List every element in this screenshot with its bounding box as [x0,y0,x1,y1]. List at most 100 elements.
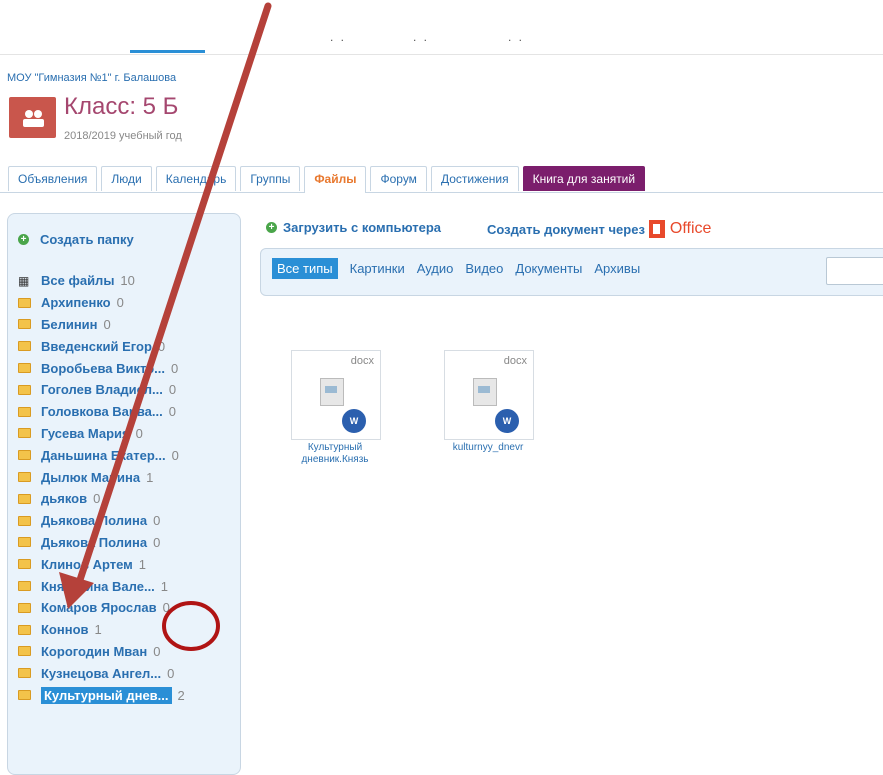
active-nav-indicator [130,50,205,53]
folder-count: 1 [94,622,102,638]
file-card[interactable]: docx W [291,350,381,440]
file-name[interactable]: Культурный дневник.Князь [280,442,390,466]
folder-count: 0 [116,295,124,311]
folder-count: 1 [138,556,147,572]
folder-count: 1 [160,578,169,594]
folder-count: 0 [168,404,176,420]
office-label: Office [669,220,712,237]
filter-audio[interactable]: Аудио [417,261,454,276]
folder-icon [18,472,31,483]
filter-archives[interactable]: Архивы [594,261,640,276]
tab-files[interactable]: Файлы [304,166,367,193]
all-files-icon: ▦ [18,273,30,288]
all-files-item[interactable]: ▦ Все файлы 10 [18,270,185,292]
nav-item-truncated[interactable]: . . [508,30,524,44]
group-avatar [9,97,56,138]
upload-from-computer-button[interactable]: + Загрузить с компьютера [266,220,441,235]
folder-name: Культурный днев... [41,686,172,704]
tab-forum[interactable]: Форум [370,166,427,191]
filter-images[interactable]: Картинки [350,261,405,276]
filter-documents[interactable]: Документы [515,261,582,276]
school-link[interactable]: МОУ "Гимназия №1" г. Балашова [7,72,176,84]
search-input[interactable] [826,257,883,285]
plus-circle-icon: + [266,222,277,233]
tab-achievements[interactable]: Достижения [430,166,519,191]
folder-name: Гоголев Владисл... [41,382,163,398]
file-card[interactable]: docx W [444,350,534,440]
folder-icon [18,602,31,613]
folder-icon [18,428,31,439]
folder-item-selected[interactable]: Культурный днев... 2 [18,684,185,706]
tab-calendar[interactable]: Календарь [155,166,237,191]
tab-study-book[interactable]: Книга для занятий [522,166,646,191]
nav-item-truncated[interactable]: . . [413,30,429,44]
tab-people[interactable]: Люди [101,166,152,191]
folder-icon [18,341,31,352]
folder-item[interactable]: Белинин 0 [18,314,185,336]
folder-count: 0 [103,316,111,332]
folder-count: 0 [162,600,170,616]
create-office-document-button[interactable]: Создать документ через Office [487,220,711,238]
filter-all-types[interactable]: Все типы [272,258,338,279]
folder-name: Все файлы [41,273,115,289]
folder-item[interactable]: Комаров Ярослав 0 [18,597,185,619]
office-logo-icon [648,220,665,238]
folder-name: Белинин [41,316,98,332]
folder-icon [18,559,31,570]
folder-name: Клинов Артем [41,556,133,572]
word-icon: W [493,407,521,435]
folder-item[interactable]: Корогодин Мван 0 [18,641,185,663]
folder-list: ▦ Все файлы 10 Архипенко 0 Белинин 0 Введе… [18,270,185,706]
folder-item[interactable]: Дылюк Марина 1 [18,466,185,488]
folder-item[interactable]: Дьякова Полина 0 [18,510,185,532]
create-folder-label: Создать папку [40,232,134,247]
folder-item[interactable]: Даньшина Екатер... 0 [18,444,185,466]
folder-count: 10 [120,273,135,289]
folder-name: Даньшина Екатер... [41,447,166,463]
folder-icon [18,581,31,592]
folder-item[interactable]: Князькина Вале... 1 [18,575,185,597]
school-year: 2018/2019 учебный год [64,130,182,142]
folder-item[interactable]: Архипенко 0 [18,292,185,314]
folder-item[interactable]: Головкова Варва... 0 [18,401,185,423]
folder-icon [18,406,31,417]
create-folder-button[interactable]: + Создать папку [18,232,134,247]
people-icon [22,109,44,127]
folder-name: Князькина Вале... [41,578,155,594]
folder-item[interactable]: Введенский Егор 0 [18,335,185,357]
folder-item[interactable]: Гоголев Владисл... 0 [18,379,185,401]
document-icon [320,378,344,406]
folders-sidebar: + Создать папку ▦ Все файлы 10 Архипенко… [7,213,241,775]
section-tabs: Объявления Люди Календарь Группы Файлы Ф… [8,166,649,193]
folder-count: 0 [93,491,101,507]
file-name[interactable]: kulturnyy_dnevr [433,442,543,454]
file-extension: docx [350,355,374,367]
folder-count: 0 [153,513,161,529]
file-extension: docx [503,355,527,367]
folder-item[interactable]: Кузнецова Ангел... 0 [18,662,185,684]
folder-name: Дьякова Полина [41,513,148,529]
plus-circle-icon: + [18,234,29,245]
folder-item[interactable]: Гусева Мария 0 [18,423,185,445]
nav-item-truncated[interactable]: . . [330,30,346,44]
folder-count: 0 [170,360,179,376]
folder-item[interactable]: Коннов 1 [18,619,185,641]
tab-announcements[interactable]: Объявления [8,166,98,191]
folder-count: 0 [168,382,177,398]
folder-item[interactable]: Дьякова Полина 0 [18,532,185,554]
folder-item[interactable]: дьяков 0 [18,488,185,510]
folder-item[interactable]: Воробьева Викто... 0 [18,357,185,379]
folder-name: дьяков [41,491,88,507]
tab-groups[interactable]: Группы [240,166,301,191]
folder-name: Комаров Ярослав [41,600,157,616]
folder-count: 0 [153,643,161,659]
filter-video[interactable]: Видео [465,261,503,276]
folder-icon [18,363,31,374]
folder-icon [18,624,31,635]
folder-count: 2 [177,687,185,703]
folder-icon [18,319,31,330]
folder-name: Головкова Варва... [41,404,163,420]
create-doc-label: Создать документ через [487,221,645,237]
file-type-filter-bar: Все типы Картинки Аудио Видео Документы … [260,248,883,296]
folder-item[interactable]: Клинов Артем 1 [18,553,185,575]
